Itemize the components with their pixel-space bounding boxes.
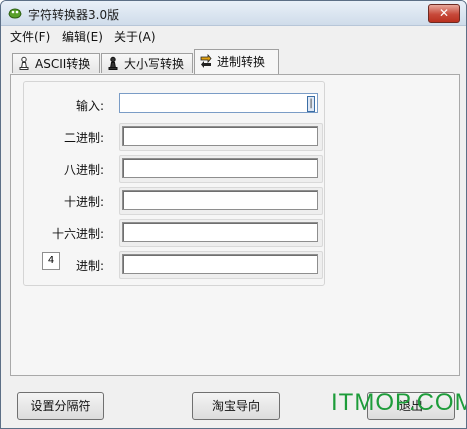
app-icon	[8, 8, 22, 19]
menu-file[interactable]: 文件(F)	[10, 28, 50, 45]
arrow-swap-icon	[200, 54, 212, 68]
pawn-black-icon	[108, 56, 118, 70]
tab-ascii-label: ASCII转换	[35, 57, 91, 71]
octal-field[interactable]	[122, 158, 318, 178]
menu-about[interactable]: 关于(A)	[114, 28, 156, 45]
base-convert-panel: 输入: | 二进制: 八进制: 十进制: 十六进制: 4 进制:	[10, 74, 460, 376]
binary-label: 二进制:	[63, 131, 104, 145]
pawn-white-icon	[19, 56, 29, 70]
app-window: 字符转换器3.0版 ✕ 文件(F) 编辑(E) 关于(A) ASCII转换 大小…	[0, 0, 467, 429]
taobao-guide-button[interactable]: 淘宝导向	[192, 392, 280, 420]
hex-label: 十六进制:	[51, 227, 104, 241]
watermark-logo: ITMOP.COM	[331, 389, 467, 416]
decimal-label: 十进制:	[63, 195, 104, 209]
set-separator-button[interactable]: 设置分隔符	[17, 392, 104, 420]
tab-strip: ASCII转换 大小写转换 进制转换	[1, 49, 466, 75]
tab-base-convert[interactable]: 进制转换	[194, 49, 279, 74]
base-number: 4	[47, 255, 55, 266]
tab-ascii[interactable]: ASCII转换	[12, 53, 100, 73]
octal-label: 八进制:	[63, 163, 104, 177]
base-number-box[interactable]: 4	[42, 252, 60, 270]
close-button[interactable]: ✕	[428, 4, 460, 23]
input-label: 输入:	[75, 99, 104, 113]
base-label: 进制:	[75, 259, 104, 273]
hex-field[interactable]	[122, 222, 318, 242]
title-bar: 字符转换器3.0版 ✕	[1, 1, 466, 26]
conversion-group: 输入: | 二进制: 八进制: 十进制: 十六进制: 4 进制:	[23, 81, 325, 286]
decimal-field[interactable]	[122, 190, 318, 210]
menu-bar: 文件(F) 编辑(E) 关于(A)	[1, 26, 466, 46]
tab-base-convert-label: 进制转换	[217, 55, 266, 69]
custom-base-field[interactable]	[122, 254, 318, 274]
tab-case[interactable]: 大小写转换	[101, 53, 193, 73]
menu-edit[interactable]: 编辑(E)	[62, 28, 103, 45]
close-icon: ✕	[438, 6, 450, 20]
input-field[interactable]: |	[119, 93, 318, 113]
text-cursor: |	[307, 96, 315, 112]
binary-field[interactable]	[122, 126, 318, 146]
tab-case-label: 大小写转换	[124, 57, 185, 71]
window-title: 字符转换器3.0版	[28, 8, 120, 22]
